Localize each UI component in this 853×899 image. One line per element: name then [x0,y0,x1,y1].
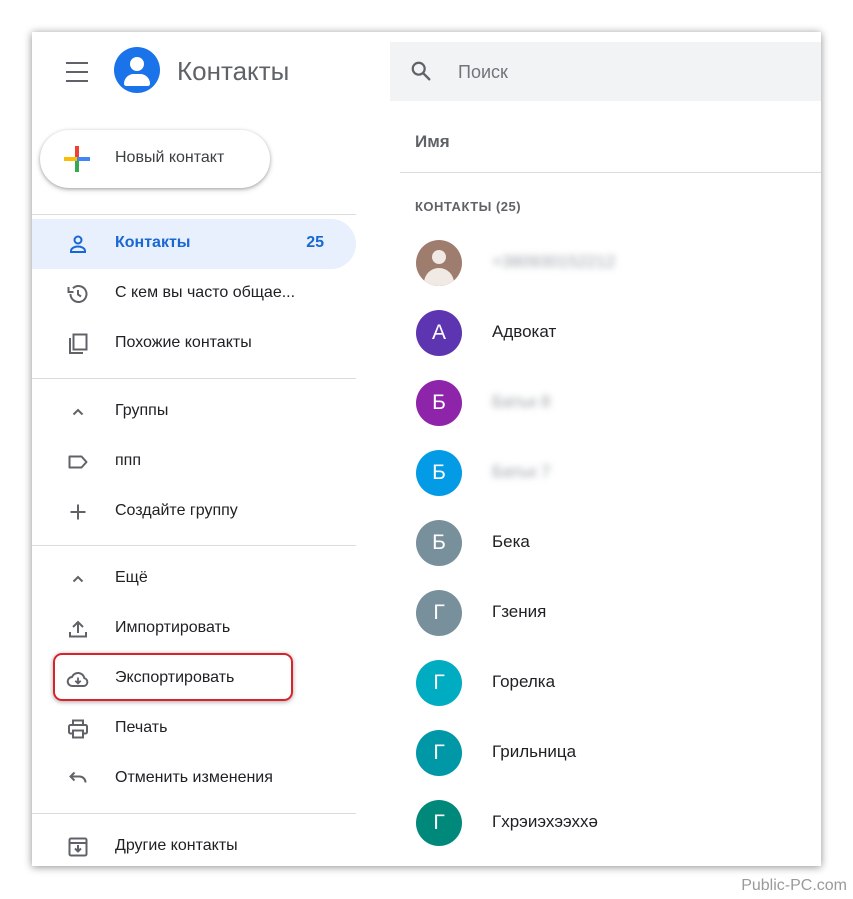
contact-row[interactable]: Б Батьк 7 [400,450,821,520]
contact-row[interactable]: Б Батьк 8 [400,380,821,450]
archive-icon [68,837,88,857]
person-icon [70,235,86,253]
contact-name: Бека [492,532,530,551]
contact-row[interactable]: Г Грильница [400,730,821,800]
sidebar-item-label: Ещё [115,569,148,586]
divider [32,378,356,379]
contact-row[interactable]: Г Горелка [400,660,821,730]
avatar: Г [416,800,462,846]
contact-name: Гзения [492,602,547,621]
search-bar[interactable] [390,42,821,101]
contacts-logo-icon [114,47,160,93]
history-icon [67,285,88,303]
sidebar-item-label: Другие контакты [115,837,238,854]
contact-name: Гхрэиэхээххə [492,812,598,831]
export-highlight-frame [53,653,293,701]
sidebar-item-undo[interactable]: Отменить изменения [32,754,356,804]
contact-name: Батьк 7 [492,462,551,481]
avatar: Г [416,730,462,776]
contacts-section-label: КОНТАКТЫ (25) [415,199,522,214]
print-icon [68,719,88,739]
divider [32,214,356,215]
chevron-up-icon [72,408,84,416]
new-contact-button[interactable]: Новый контакт [40,130,270,188]
sidebar-item-label: Группы [115,402,169,419]
avatar [416,240,462,286]
sidebar-item-import[interactable]: Импортировать [32,604,356,654]
contact-name: Адвокат [492,322,557,341]
sidebar-item-label: Печать [115,719,168,736]
sidebar-item-label: Отменить изменения [115,769,273,786]
sidebar-item-label: ппп [115,452,141,469]
chevron-up-icon [72,575,84,583]
avatar: Б [416,380,462,426]
app-title: Контакты [177,56,290,86]
avatar: Б [416,520,462,566]
contact-name: Батьк 8 [492,392,551,411]
plus-icon [70,504,86,520]
sidebar-item-similar[interactable]: Похожие контакты [32,319,356,369]
watermark: Public-PC.com [741,877,847,894]
contact-row[interactable]: Г Гхрэиэхээххə [400,800,821,866]
label-icon [68,455,88,469]
contact-row[interactable]: +380930152212 [400,240,821,310]
sidebar-item-label: Создайте группу [115,502,238,519]
sidebar-item-frequent[interactable]: С кем вы часто общае... [32,269,356,319]
avatar: Б [416,450,462,496]
contact-row[interactable]: Г Гзения [400,590,821,660]
sidebar-item-group-ppp[interactable]: ппп [32,437,356,487]
sidebar-item-label: Контакты [115,234,191,251]
name-column-header[interactable]: Имя [415,132,450,152]
avatar: А [416,310,462,356]
contact-row[interactable]: Б Бека [400,520,821,590]
sidebar-item-groups[interactable]: Группы [32,387,356,437]
divider [32,813,356,814]
sidebar-item-print[interactable]: Печать [32,704,356,754]
divider [400,172,821,173]
sidebar-item-other-contacts[interactable]: Другие контакты [32,822,356,866]
sidebar-item-contacts[interactable]: Контакты 25 [32,219,356,269]
new-contact-label: Новый контакт [115,149,225,166]
contacts-count: 25 [306,234,324,251]
sidebar-item-more[interactable]: Ещё [32,554,356,604]
search-input[interactable] [456,54,790,90]
avatar: Г [416,660,462,706]
divider [32,545,356,546]
sidebar-item-create-group[interactable]: Создайте группу [32,487,356,537]
contact-name: +380930152212 [492,252,616,271]
sidebar-item-label: Похожие контакты [115,334,252,351]
search-icon[interactable] [410,60,432,82]
contact-name: Горелка [492,672,556,691]
main-menu-icon[interactable] [62,60,92,84]
sidebar-item-label: С кем вы часто общае... [115,284,296,301]
sidebar-item-label: Импортировать [115,619,231,636]
avatar: Г [416,590,462,636]
undo-icon [69,771,87,783]
contacts-window: Контакты Новый контакт Контакты 25 [32,32,821,866]
upload-icon [69,620,87,638]
contact-name: Грильница [492,742,577,761]
contact-row[interactable]: А Адвокат [400,310,821,380]
copy-icon [69,333,88,354]
plus-icon [64,146,90,172]
